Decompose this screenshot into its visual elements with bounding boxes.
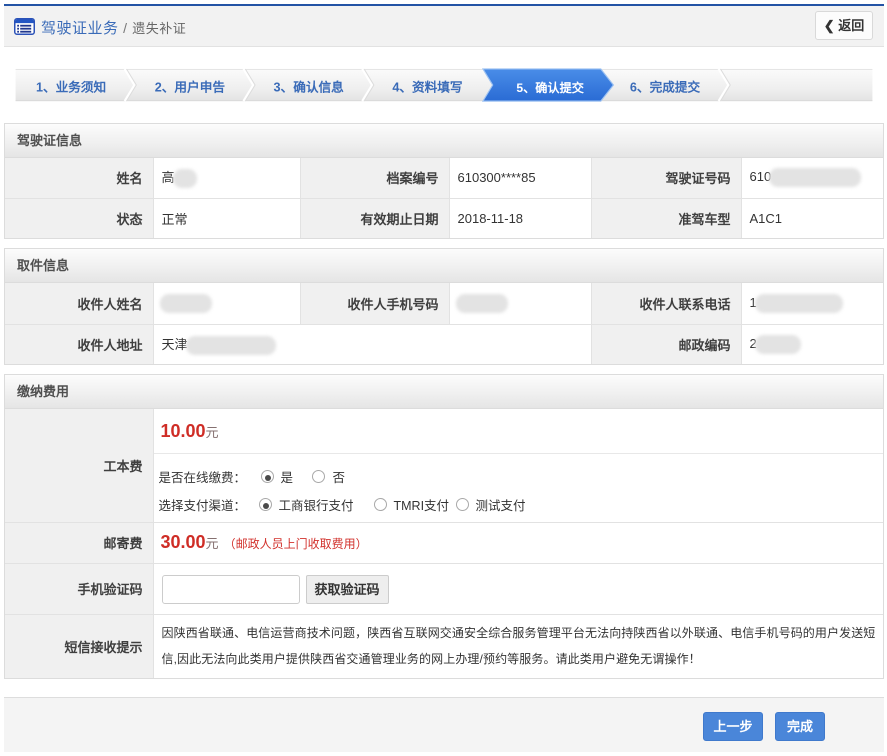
svg-text:4、资料填写: 4、资料填写 [392,79,462,94]
svg-text:1、业务须知: 1、业务须知 [36,79,106,94]
svg-text:6、完成提交: 6、完成提交 [630,79,701,94]
svg-text:2、用户申告: 2、用户申告 [155,79,226,94]
svg-text:5、确认提交: 5、确认提交 [516,80,584,95]
svg-text:3、确认信息: 3、确认信息 [274,79,345,94]
